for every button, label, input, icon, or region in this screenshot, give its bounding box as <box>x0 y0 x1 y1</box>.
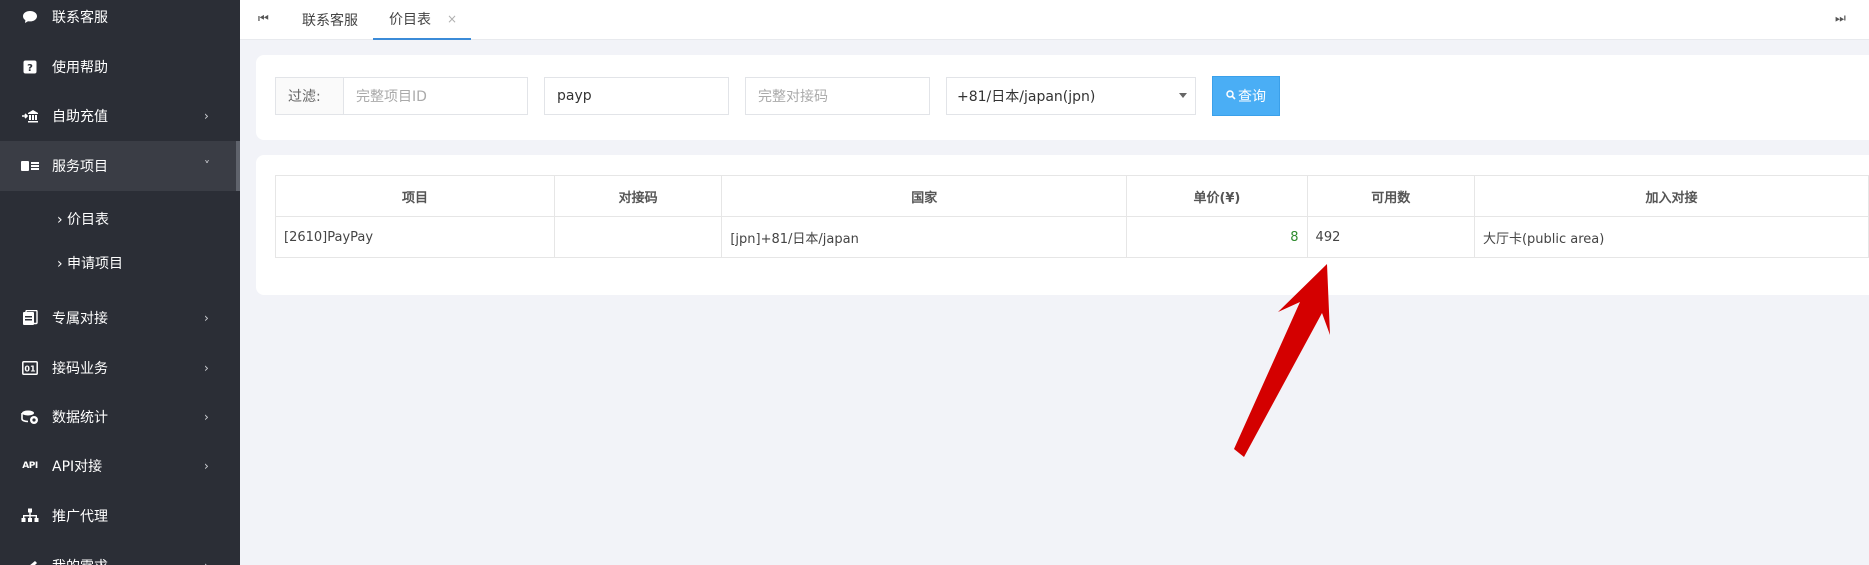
sidebar-item-label: API对接 <box>52 459 103 475</box>
tab-price-list[interactable]: 价目表 × <box>373 0 471 40</box>
sidebar-item-my-demand[interactable]: 我的需求 › <box>0 541 240 565</box>
chevron-right-icon: › <box>204 559 209 565</box>
chevron-right-icon: › <box>204 109 209 123</box>
cell-code <box>553 216 723 258</box>
sidebar-item-label: 使用帮助 <box>52 60 108 76</box>
sidebar-item-label: 服务项目 <box>52 159 108 175</box>
svg-text:?: ? <box>27 63 33 74</box>
country-select[interactable]: +81/日本/japan(jpn) <box>946 77 1196 115</box>
chevron-down-icon: ˅ <box>204 159 210 173</box>
cell-price: 8 <box>1126 216 1308 258</box>
sidebar-item-services[interactable]: 服务项目 ˅ <box>0 141 240 191</box>
search-icon <box>1226 89 1236 103</box>
sidebar-item-dedicated[interactable]: 专属对接 › <box>0 293 240 343</box>
chevron-right-icon: › <box>204 311 209 325</box>
price-table: 项目 对接码 国家 单价(¥) 可用数 加入对接 [2610]PayPay [j… <box>275 175 1869 258</box>
close-icon[interactable]: × <box>447 12 457 26</box>
help-icon: ? <box>21 59 39 75</box>
chevron-right-icon: › <box>204 459 209 473</box>
cell-project: [2610]PayPay <box>275 216 555 258</box>
dedicated-icon <box>21 310 39 326</box>
scroll-first-icon[interactable]: ⏮ <box>258 11 269 26</box>
sidebar-item-label: 联系客服 <box>52 10 108 26</box>
sidebar-item-code-business[interactable]: 01 接码业务 › <box>0 343 240 393</box>
query-button-label: 查询 <box>1238 89 1266 105</box>
col-project-header: 项目 <box>275 175 555 217</box>
tab-label: 价目表 <box>389 12 431 28</box>
api-badge-text: API <box>22 461 38 471</box>
code-icon: 01 <box>21 360 39 376</box>
sidebar-item-label: 数据统计 <box>52 410 108 426</box>
sidebar-item-api[interactable]: API API对接 › <box>0 441 240 491</box>
project-name-input[interactable]: payp <box>544 77 729 115</box>
country-select-value: +81/日本/japan(jpn) <box>957 89 1096 105</box>
scroll-last-icon[interactable]: ⏭ <box>1835 11 1846 26</box>
stats-icon <box>21 409 39 425</box>
table-panel: 项目 对接码 国家 单价(¥) 可用数 加入对接 [2610]PayPay [j… <box>256 155 1869 295</box>
code-input[interactable]: 完整对接码 <box>745 77 930 115</box>
cell-join[interactable]: 大厅卡(public area) <box>1473 216 1869 258</box>
sidebar-item-help[interactable]: ? 使用帮助 <box>0 42 240 92</box>
tab-contact[interactable]: 联系客服 <box>302 0 358 40</box>
sidebar: 联系客服 ? 使用帮助 自助充值 › 服务项目 ˅ › 价目表 › 申请项目 专… <box>0 0 240 565</box>
sidebar-item-label: 接码业务 <box>52 361 108 377</box>
api-icon: API <box>21 458 39 474</box>
sidebar-item-statistics[interactable]: 数据统计 › <box>0 392 240 442</box>
table-header-row: 项目 对接码 国家 单价(¥) 可用数 加入对接 <box>275 175 1869 217</box>
chat-icon <box>21 9 39 25</box>
tab-bar: ⏮ 联系客服 价目表 × ⏭ <box>240 0 1869 40</box>
col-price-header: 单价(¥) <box>1126 175 1308 217</box>
demand-icon <box>21 558 39 565</box>
col-code-header: 对接码 <box>553 175 723 217</box>
cell-country: [jpn]+81/日本/japan <box>721 216 1128 258</box>
query-button[interactable]: 查询 <box>1212 76 1280 116</box>
filter-panel: 过滤: 完整项目ID payp 完整对接码 +81/日本/japan(jpn) … <box>256 55 1869 140</box>
cell-available: 492 <box>1306 216 1475 258</box>
col-country-header: 国家 <box>721 175 1128 217</box>
service-icon <box>21 158 39 174</box>
sidebar-item-label: 推广代理 <box>52 509 108 525</box>
sidebar-subitem-price-list[interactable]: › 价目表 <box>0 197 240 241</box>
col-join-header: 加入对接 <box>1473 175 1869 217</box>
sidebar-item-contact[interactable]: 联系客服 <box>0 0 240 42</box>
sidebar-item-promote[interactable]: 推广代理 <box>0 491 240 541</box>
tab-label: 联系客服 <box>302 13 358 29</box>
sidebar-subitem-label: › 价目表 <box>57 212 110 228</box>
col-available-header: 可用数 <box>1306 175 1475 217</box>
sidebar-item-recharge[interactable]: 自助充值 › <box>0 91 240 141</box>
promote-icon <box>21 508 39 524</box>
filter-label: 过滤: <box>275 77 343 115</box>
sidebar-subitem-apply-project[interactable]: › 申请项目 <box>0 241 240 285</box>
sidebar-item-label: 我的需求 <box>52 556 108 565</box>
chevron-right-icon: › <box>204 361 209 375</box>
recharge-icon <box>21 108 39 124</box>
project-id-input[interactable]: 完整项目ID <box>343 77 528 115</box>
sidebar-item-label: 自助充值 <box>52 109 108 125</box>
sidebar-subitem-label: › 申请项目 <box>57 256 124 272</box>
sidebar-item-label: 专属对接 <box>52 311 108 327</box>
table-row: [2610]PayPay [jpn]+81/日本/japan 8 492 大厅卡… <box>275 216 1869 258</box>
chevron-right-icon: › <box>204 410 209 424</box>
svg-text:01: 01 <box>24 365 36 374</box>
caret-down-icon <box>1179 93 1187 98</box>
